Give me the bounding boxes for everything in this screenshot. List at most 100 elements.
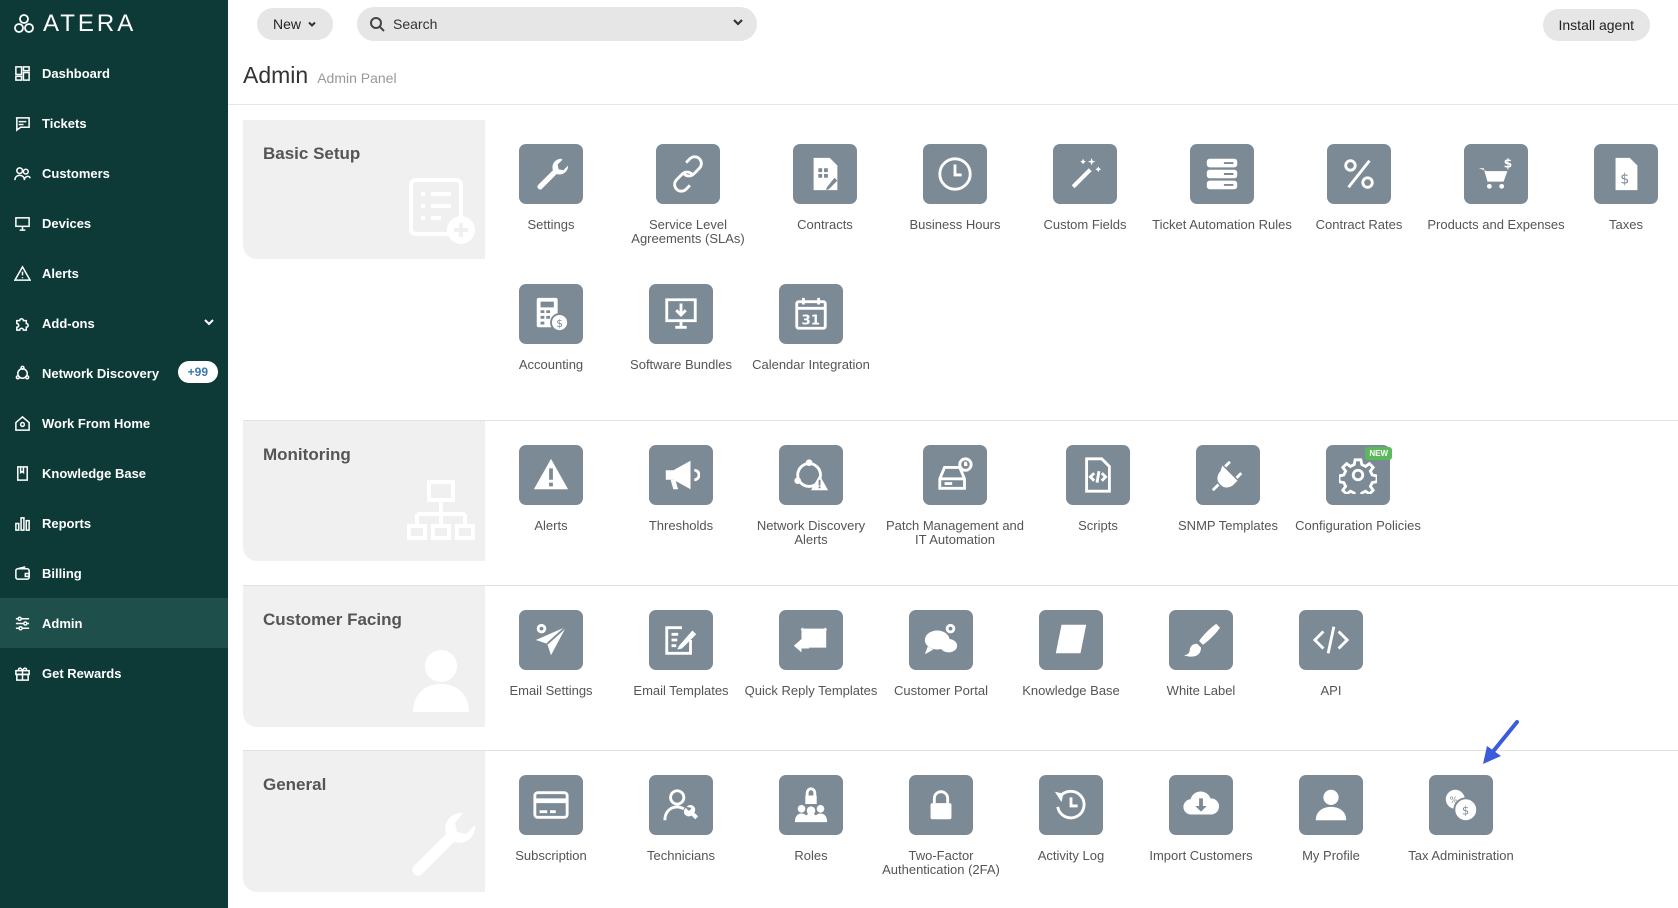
tile-thresholds[interactable]: Thresholds [611, 445, 751, 533]
tile-subscription[interactable]: Subscription [481, 775, 621, 863]
sidebar: ATERA Dashboard Tickets Customers Device… [0, 0, 228, 908]
tile-ticket-automation-rules[interactable]: Ticket Automation Rules [1152, 144, 1292, 232]
search-box[interactable] [357, 7, 757, 41]
tile-tax-administration[interactable]: % $ Tax Administration [1391, 775, 1531, 863]
contract-icon [793, 144, 857, 204]
magic-wand-icon [1053, 144, 1117, 204]
tile-label: Import Customers [1149, 848, 1253, 863]
sidebar-item-label: Reports [42, 515, 92, 531]
search-input[interactable] [393, 16, 731, 32]
credit-card-icon [519, 775, 583, 835]
search-icon [370, 17, 385, 32]
tile-email-settings[interactable]: Email Settings [481, 610, 621, 698]
tile-settings[interactable]: Settings [481, 144, 621, 232]
tile-contract-rates[interactable]: Contract Rates [1289, 144, 1429, 232]
tile-label: Activity Log [1037, 848, 1105, 863]
tile-label: Thresholds [648, 518, 714, 533]
tile-calendar-integration[interactable]: 31 Calendar Integration [741, 284, 881, 372]
sidebar-item-label: Tickets [42, 115, 87, 131]
tile-custom-fields[interactable]: Custom Fields [1015, 144, 1155, 232]
chevron-down-icon [733, 18, 743, 26]
tile-my-profile[interactable]: My Profile [1261, 775, 1401, 863]
tile-label: Settings [527, 217, 575, 232]
sidebar-item-devices[interactable]: Devices [0, 198, 228, 248]
tile-quick-reply-templates[interactable]: Quick Reply Templates [741, 610, 881, 698]
tile-label: My Profile [1302, 848, 1360, 863]
search-dropdown[interactable] [731, 15, 745, 34]
technician-icon [649, 775, 713, 835]
tile-slas[interactable]: Service Level Agreements (SLAs) [618, 144, 758, 246]
puzzle-icon [13, 314, 31, 332]
bar-chart-icon [13, 514, 31, 532]
tile-email-templates[interactable]: Email Templates [611, 610, 751, 698]
tile-label: Contract Rates [1315, 217, 1403, 232]
sidebar-item-dashboard[interactable]: Dashboard [0, 48, 228, 98]
new-button[interactable]: New [257, 8, 333, 40]
tile-contracts[interactable]: Contracts [755, 144, 895, 232]
sitemap-icon [405, 476, 477, 553]
tile-technicians[interactable]: Technicians [611, 775, 751, 863]
tile-label: Alerts [534, 518, 568, 533]
sidebar-item-customers[interactable]: Customers [0, 148, 228, 198]
sidebar-item-label: Add-ons [42, 315, 95, 331]
tile-software-bundles[interactable]: Software Bundles [611, 284, 751, 372]
tile-accounting[interactable]: $ Accounting [481, 284, 621, 372]
logo[interactable]: ATERA [0, 0, 228, 48]
tile-activity-log[interactable]: Activity Log [1001, 775, 1141, 863]
tile-two-factor-authentication[interactable]: Two-Factor Authentication (2FA) [871, 775, 1011, 877]
sidebar-item-tickets[interactable]: Tickets [0, 98, 228, 148]
tile-network-discovery-alerts[interactable]: Network Discovery Alerts [741, 445, 881, 547]
tile-knowledge-base[interactable]: Knowledge Base [1001, 610, 1141, 698]
tile-label: Quick Reply Templates [744, 683, 878, 698]
tile-api[interactable]: API [1261, 610, 1401, 698]
tile-business-hours[interactable]: Business Hours [885, 144, 1025, 232]
sidebar-item-reports[interactable]: Reports [0, 498, 228, 548]
tile-white-label[interactable]: White Label [1131, 610, 1271, 698]
brand-name: ATERA [43, 10, 137, 37]
tile-products-and-expenses[interactable]: $ Products and Expenses [1426, 144, 1566, 232]
tile-label: Scripts [1078, 518, 1118, 533]
sidebar-item-work-from-home[interactable]: Work From Home [0, 398, 228, 448]
chevron-down-icon[interactable] [202, 315, 216, 332]
install-agent-button[interactable]: Install agent [1542, 9, 1650, 41]
tile-label: Email Settings [509, 683, 593, 698]
chevron-down-icon [308, 21, 316, 27]
tile-snmp-templates[interactable]: SNMP Templates [1158, 445, 1298, 533]
gear-icon: NEW [1326, 445, 1392, 505]
sidebar-item-addons[interactable]: Add-ons [0, 298, 228, 348]
svg-text:$: $ [556, 318, 563, 330]
tile-label: Roles [794, 848, 828, 863]
invoice-dollar-icon: $ [1594, 144, 1658, 204]
megaphone-icon [649, 445, 713, 505]
user-icon [1299, 775, 1363, 835]
sidebar-item-label: Billing [42, 565, 82, 581]
sidebar-item-admin[interactable]: Admin [0, 598, 228, 648]
section-label: General [243, 751, 485, 892]
sidebar-item-label: Work From Home [42, 415, 151, 431]
user-silhouette-icon [405, 642, 477, 719]
tile-import-customers[interactable]: Import Customers [1131, 775, 1271, 863]
topbar: New Install agent [228, 0, 1678, 48]
sidebar-item-network-discovery[interactable]: Network Discovery +99 [0, 348, 228, 398]
tile-customer-portal[interactable]: Customer Portal [871, 610, 1011, 698]
new-badge: NEW [1365, 447, 1392, 460]
sidebar-item-get-rewards[interactable]: Get Rewards [0, 648, 228, 698]
tile-taxes[interactable]: $ Taxes [1556, 144, 1678, 232]
tile-alerts[interactable]: Alerts [481, 445, 621, 533]
home-icon [13, 414, 31, 432]
book-icon [13, 464, 31, 482]
tile-label: Customer Portal [894, 683, 988, 698]
tile-label: Business Hours [909, 217, 1001, 232]
tile-patch-management[interactable]: Patch Management and IT Automation [885, 445, 1025, 547]
lock-icon [909, 775, 973, 835]
tile-roles[interactable]: Roles [741, 775, 881, 863]
sidebar-item-knowledge-base[interactable]: Knowledge Base [0, 448, 228, 498]
link-icon [656, 144, 720, 204]
sidebar-item-billing[interactable]: Billing [0, 548, 228, 598]
wrench-icon [405, 807, 477, 884]
sidebar-item-label: Customers [42, 165, 110, 181]
sidebar-item-alerts[interactable]: Alerts [0, 248, 228, 298]
tile-label: Subscription [515, 848, 587, 863]
tile-scripts[interactable]: Scripts [1028, 445, 1168, 533]
tile-configuration-policies[interactable]: NEW Configuration Policies [1288, 445, 1428, 533]
